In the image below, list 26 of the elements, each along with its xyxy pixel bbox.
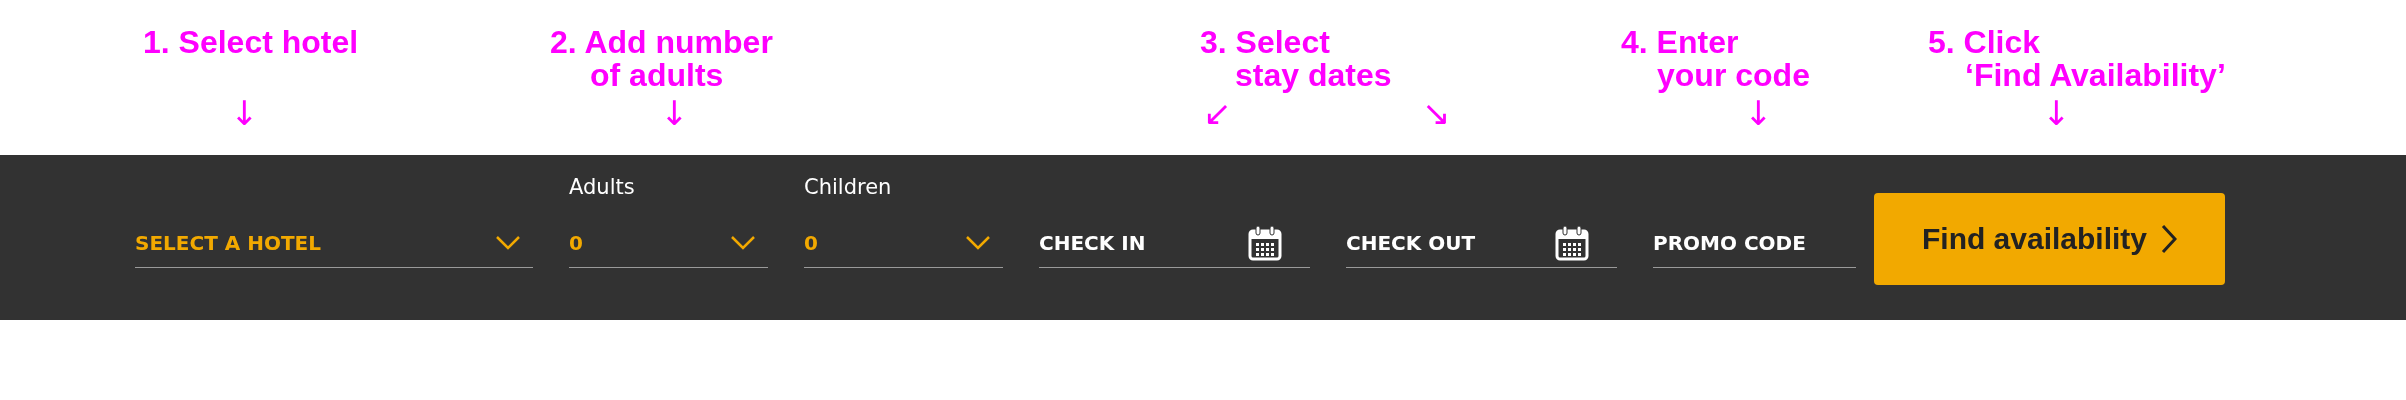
annotation-arrow: ↓ <box>660 94 689 132</box>
count-select[interactable]: 0 <box>804 218 1003 268</box>
promo-code-field[interactable]: PROMO CODE <box>1653 218 1856 268</box>
find-availability-button[interactable]: Find availability <box>1874 193 2225 285</box>
chevron-down-icon <box>965 234 991 251</box>
annotation-text: 2. Add number of adults <box>550 26 773 92</box>
annotation-text: 3. Select stay dates <box>1200 26 1392 92</box>
annotation-text: 4. Enter your code <box>1621 26 1810 92</box>
chevron-down-icon <box>730 234 756 251</box>
calendar-icon <box>1248 224 1282 261</box>
annotation-arrow: ↙ <box>1203 94 1232 132</box>
annotation-arrow: ↘ <box>1422 94 1451 132</box>
field-label: Adults <box>569 175 635 200</box>
annotation-arrow: ↓ <box>230 94 259 132</box>
chevron-right-icon <box>2161 224 2178 254</box>
date-field[interactable]: CHECK OUT <box>1346 230 1526 255</box>
annotation-text: 5. Click ‘Find Availability’ <box>1928 26 2226 92</box>
chevron-down-icon <box>495 234 521 251</box>
date-field[interactable]: CHECK IN <box>1039 230 1219 255</box>
field-label: Children <box>804 175 892 200</box>
count-select[interactable]: 0 <box>569 218 768 268</box>
hotel-select[interactable]: SELECT A HOTEL <box>135 218 533 268</box>
annotation-arrow: ↓ <box>1744 94 1773 132</box>
annotation-text: 1. Select hotel <box>143 26 359 59</box>
annotation-arrow: ↓ <box>2042 94 2071 132</box>
calendar-icon <box>1555 224 1589 261</box>
